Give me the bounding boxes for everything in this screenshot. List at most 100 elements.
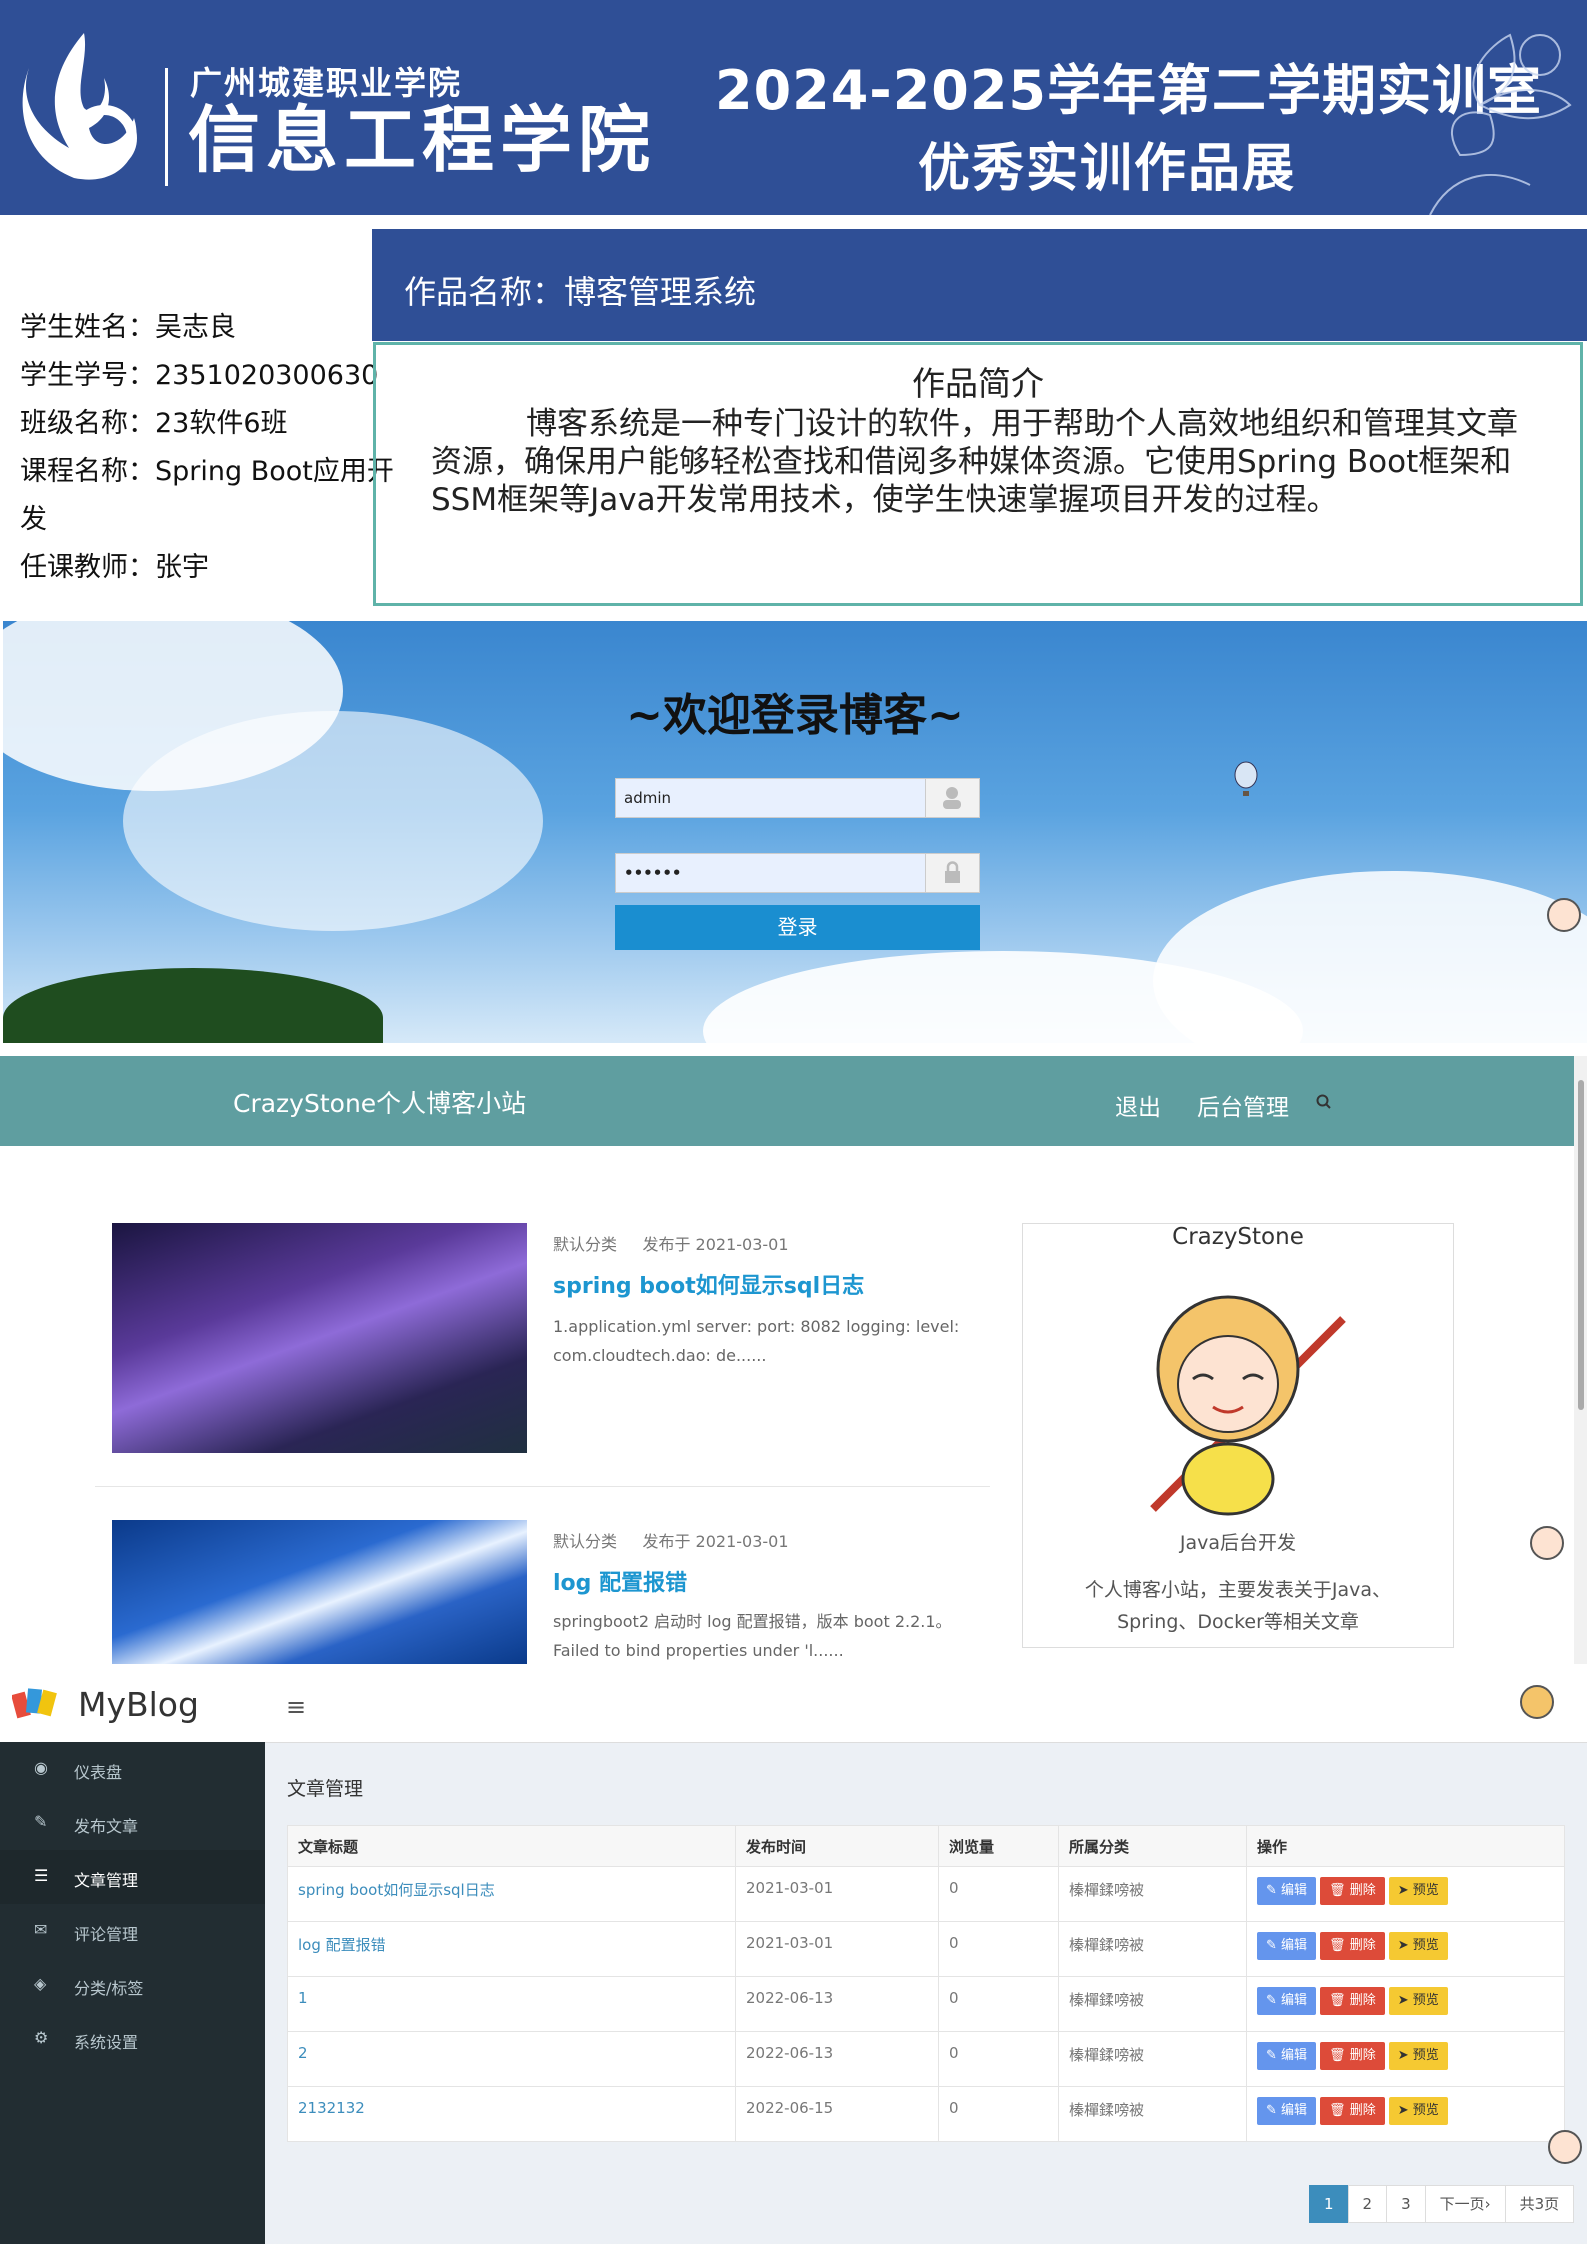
edit-button[interactable]: ✎ 编辑 — [1257, 2042, 1317, 2070]
preview-button[interactable]: ➤ 预览 — [1388, 1877, 1448, 1905]
lock-icon — [925, 853, 980, 893]
intro-heading: 作品简介 — [912, 364, 1044, 403]
assistant-avatar-icon[interactable] — [1548, 2130, 1582, 2164]
search-icon[interactable] — [1315, 1093, 1333, 1111]
assistant-avatar-icon[interactable] — [1530, 1526, 1564, 1560]
article-thumbnail[interactable] — [112, 1223, 527, 1453]
article-divider — [95, 1486, 990, 1487]
delete-icon: 🗑 — [1329, 1883, 1350, 1898]
preview-label: 预览 — [1412, 1993, 1439, 2008]
table-row: 2132132 2022-06-15 0 榛樿鍒嗙被 ✎ 编辑 🗑 删除 ➤ 预览 — [287, 2086, 1565, 2142]
login-screenshot: ~欢迎登录博客~ admin •••••• 登录 — [3, 621, 1587, 1043]
page-3[interactable]: 3 — [1386, 2185, 1426, 2223]
course-name-cont: 发 — [20, 504, 47, 535]
article-category: 默认分类 — [553, 1235, 618, 1254]
articles-table: 文章标题 发布时间 浏览量 所属分类 操作 spring boot如何显示sql… — [287, 1825, 1565, 2142]
blog-logo-icon — [12, 1688, 57, 1719]
edit-button[interactable]: ✎ 编辑 — [1257, 1877, 1317, 1905]
edit-label: 编辑 — [1281, 1938, 1308, 1953]
preview-label: 预览 — [1412, 2103, 1439, 2118]
edit-button[interactable]: ✎ 编辑 — [1257, 1932, 1317, 1960]
assistant-avatar-icon[interactable] — [1547, 898, 1581, 932]
college-name: 信息工程学院 — [188, 98, 657, 182]
sidebar-item-publish[interactable]: ✎ 发布文章 — [0, 1796, 265, 1850]
sidebar-item-settings[interactable]: ⚙ 系统设置 — [0, 2012, 265, 2066]
admin-logo-text: MyBlog — [78, 1685, 199, 1724]
header-banner: 广州城建职业学院 信息工程学院 2024-2025学年第二学期实训室 优秀实训作… — [0, 0, 1587, 215]
delete-icon: 🗑 — [1329, 1993, 1350, 2008]
row-category: 榛樿鍒嗙被 — [1058, 2031, 1247, 2087]
article-title[interactable]: spring boot如何显示sql日志 — [553, 1268, 864, 1300]
edit-icon: ✎ — [1266, 1993, 1282, 2008]
column-header: 浏览量 — [938, 1825, 1059, 1867]
college-logo-icon — [22, 33, 137, 180]
preview-button[interactable]: ➤ 预览 — [1388, 2097, 1448, 2125]
sidebar-item-categories[interactable]: ◈ 分类/标签 — [0, 1958, 265, 2012]
next-page[interactable]: 下一页› — [1424, 2185, 1506, 2223]
edit-icon: ✎ — [1266, 2103, 1282, 2118]
article-date: 发布于 2021-03-01 — [642, 1235, 789, 1254]
row-title[interactable]: 2 — [287, 2031, 736, 2087]
article-excerpt: 1.application.yml server: port: 8082 log… — [553, 1317, 960, 1365]
sidebar-item-comments[interactable]: ✉ 评论管理 — [0, 1904, 265, 1958]
page-1[interactable]: 1 — [1309, 2185, 1349, 2223]
profile-desc: 个人博客小站，主要发表关于Java、Spring、Docker等相关文章 — [1084, 1579, 1392, 1633]
header-divider — [165, 68, 168, 186]
sidebar-item-articles[interactable]: ☰ 文章管理 — [0, 1850, 265, 1904]
blog-brand[interactable]: CrazyStone个人博客小站 — [233, 1084, 526, 1120]
delete-label: 删除 — [1349, 1993, 1376, 2008]
edit-button[interactable]: ✎ 编辑 — [1257, 1987, 1317, 2015]
page-2[interactable]: 2 — [1347, 2185, 1388, 2223]
menu-toggle-icon[interactable]: ≡ — [286, 1693, 306, 1721]
row-date: 2022-06-15 — [735, 2086, 939, 2142]
edit-label: 编辑 — [1281, 1883, 1308, 1898]
nav-logout[interactable]: 退出 — [1115, 1088, 1161, 1122]
edit-icon: ✎ — [1266, 1938, 1282, 1953]
article-thumbnail[interactable] — [112, 1520, 527, 1664]
admin-screenshot: ≡ MyBlog ◉ 仪表盘 ✎ 发布文章 ☰ 文章管理 ✉ 评论管理 ◈ 分类/标签 ⚙… — [0, 1665, 1587, 2244]
delete-button[interactable]: 🗑 删除 — [1320, 1932, 1385, 1960]
preview-label: 预览 — [1412, 1883, 1439, 1898]
delete-button[interactable]: 🗑 删除 — [1320, 2042, 1385, 2070]
sidebar-item-dashboard[interactable]: ◉ 仪表盘 — [0, 1742, 265, 1796]
lotus-decoration-icon — [1429, 33, 1572, 215]
row-date: 2022-06-13 — [735, 2031, 939, 2087]
row-date: 2021-03-01 — [735, 1921, 939, 1977]
page-scrollbar[interactable] — [1574, 1056, 1587, 1664]
row-actions: ✎ 编辑 🗑 删除 ➤ 预览 — [1246, 1921, 1565, 1977]
row-views: 0 — [938, 1976, 1059, 2032]
preview-button[interactable]: ➤ 预览 — [1388, 1987, 1448, 2015]
article-category: 默认分类 — [553, 1532, 618, 1551]
row-actions: ✎ 编辑 🗑 删除 ➤ 预览 — [1246, 1976, 1565, 2032]
student-name: 学生姓名：吴志良 — [20, 312, 236, 343]
login-button[interactable]: 登录 — [615, 905, 980, 950]
row-title[interactable]: 1 — [287, 1976, 736, 2032]
row-category: 榛樿鍒嗙被 — [1058, 1921, 1247, 1977]
row-title[interactable]: 2132132 — [287, 2086, 736, 2142]
blog-navbar: CrazyStone个人博客小站 退出 后台管理 — [0, 1056, 1574, 1146]
preview-button[interactable]: ➤ 预览 — [1388, 1932, 1448, 1960]
article-title[interactable]: log 配置报错 — [553, 1565, 687, 1597]
scrollbar-thumb[interactable] — [1578, 1080, 1584, 1410]
delete-button[interactable]: 🗑 删除 — [1320, 2097, 1385, 2125]
user-avatar-icon[interactable] — [1520, 1685, 1554, 1719]
delete-button[interactable]: 🗑 删除 — [1320, 1877, 1385, 1905]
user-icon — [925, 778, 980, 818]
comments-icon: ✉ — [34, 1920, 48, 1939]
nav-admin[interactable]: 后台管理 — [1197, 1088, 1289, 1122]
table-row: spring boot如何显示sql日志 2021-03-01 0 榛樿鍒嗙被 ✎ 编辑… — [287, 1866, 1565, 1922]
exhibition-title: 2024-2025学年第二学期实训室 — [715, 59, 1542, 122]
admin-sidebar: ◉ 仪表盘 ✎ 发布文章 ☰ 文章管理 ✉ 评论管理 ◈ 分类/标签 ⚙ 系统设置 — [0, 1742, 265, 2244]
page-title: 文章管理 — [287, 1778, 364, 1800]
row-title[interactable]: spring boot如何显示sql日志 — [287, 1866, 736, 1922]
delete-label: 删除 — [1349, 2048, 1376, 2063]
admin-logo[interactable]: MyBlog — [0, 1665, 265, 1742]
row-views: 0 — [938, 2031, 1059, 2087]
admin-main: 文章管理 文章标题 发布时间 浏览量 所属分类 操作 spring boot如何… — [265, 1742, 1587, 2244]
edit-icon: ✎ — [1266, 2048, 1282, 2063]
preview-button[interactable]: ➤ 预览 — [1388, 2042, 1448, 2070]
delete-button[interactable]: 🗑 删除 — [1320, 1987, 1385, 2015]
total-pages: 共3页 — [1504, 2185, 1575, 2223]
row-title[interactable]: log 配置报错 — [287, 1921, 736, 1977]
edit-button[interactable]: ✎ 编辑 — [1257, 2097, 1317, 2125]
